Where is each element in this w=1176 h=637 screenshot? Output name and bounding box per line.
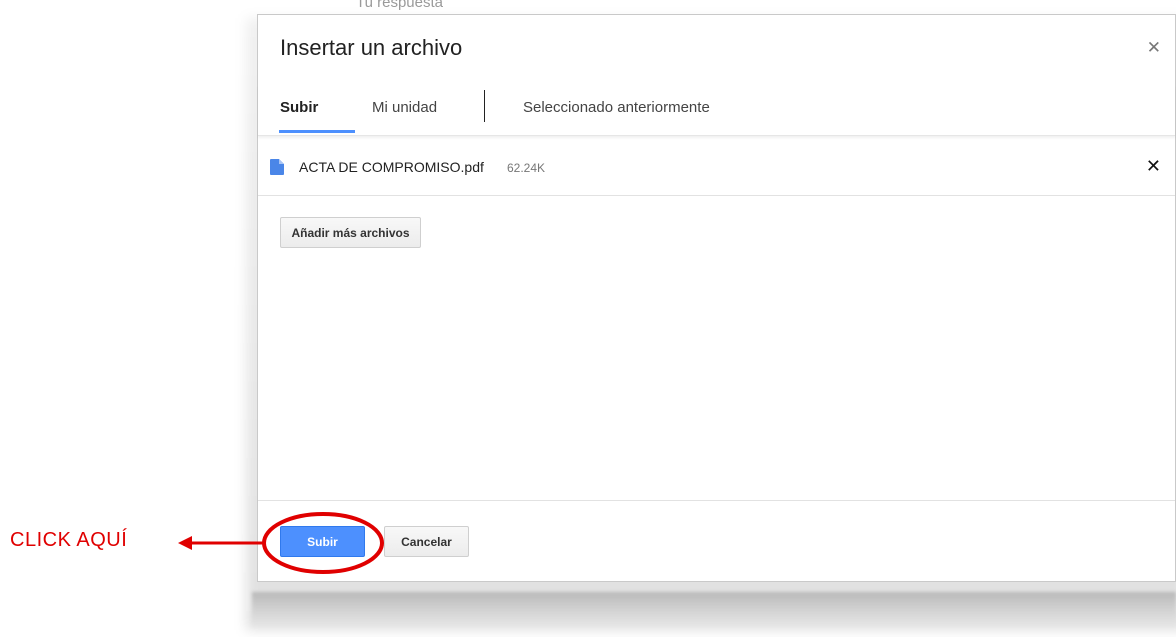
- annotation-label: CLICK AQUÍ: [10, 529, 128, 551]
- annotation-overlay: [178, 512, 384, 574]
- highlight-circle: [262, 512, 384, 574]
- arrow-icon: [178, 536, 192, 550]
